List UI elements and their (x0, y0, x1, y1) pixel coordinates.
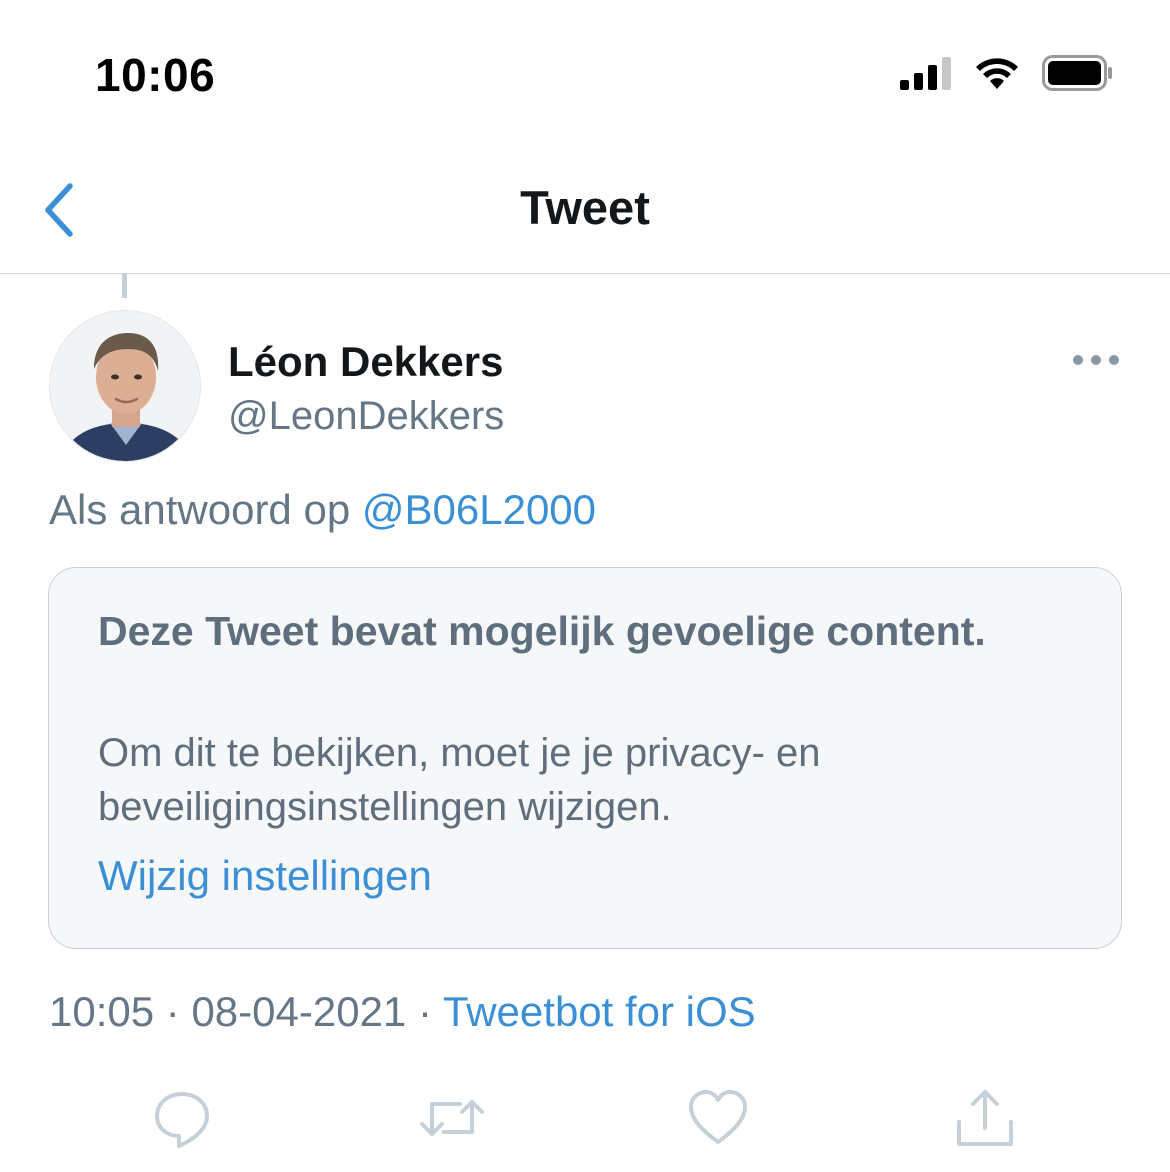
share-icon (957, 1090, 1013, 1146)
tweet-action-bar (0, 1080, 1170, 1172)
status-bar: 10:06 (0, 0, 1170, 140)
avatar[interactable] (49, 310, 201, 462)
status-icons (900, 55, 1114, 91)
thread-connector-line (122, 274, 127, 298)
change-settings-link[interactable]: Wijzig instellingen (98, 852, 432, 900)
author-handle[interactable]: @LeonDekkers (228, 394, 504, 439)
retweet-button[interactable] (416, 1086, 484, 1150)
meta-separator: · (165, 988, 180, 1035)
navigation-bar: Tweet (0, 140, 1170, 274)
reply-prefix: Als antwoord op (49, 486, 351, 533)
like-icon (689, 1090, 747, 1144)
reply-context: Als antwoord op @B06L2000 (49, 486, 596, 534)
reply-mention-link[interactable]: @B06L2000 (362, 486, 596, 533)
meta-separator: · (417, 988, 432, 1035)
page-title: Tweet (520, 181, 650, 234)
profile-photo (50, 311, 200, 461)
sensitive-content-body: Om dit te bekijken, moet je je privacy- … (98, 731, 821, 829)
battery-icon (1042, 55, 1112, 91)
reply-icon (155, 1092, 209, 1148)
share-button[interactable] (953, 1086, 1017, 1150)
sensitive-content-card: Deze Tweet bevat mogelijk gevoelige cont… (48, 567, 1122, 949)
more-dots-icon (1073, 355, 1119, 365)
cellular-signal-icon (900, 57, 951, 90)
status-time: 10:06 (95, 49, 216, 101)
sensitive-content-title: Deze Tweet bevat mogelijk gevoelige cont… (98, 608, 986, 654)
reply-button[interactable] (150, 1086, 214, 1150)
tweet-meta: 10:05 · 08-04-2021 · Tweetbot for iOS (49, 988, 756, 1036)
more-options-button[interactable] (1066, 340, 1126, 380)
author-name[interactable]: Léon Dekkers (228, 338, 503, 386)
like-button[interactable] (686, 1086, 750, 1150)
wifi-icon (976, 58, 1018, 89)
tweet-date: 08-04-2021 (191, 988, 407, 1035)
tweet-source-link[interactable]: Tweetbot for iOS (443, 988, 756, 1035)
retweet-icon (420, 1100, 484, 1136)
tweet-time: 10:05 (49, 988, 155, 1035)
